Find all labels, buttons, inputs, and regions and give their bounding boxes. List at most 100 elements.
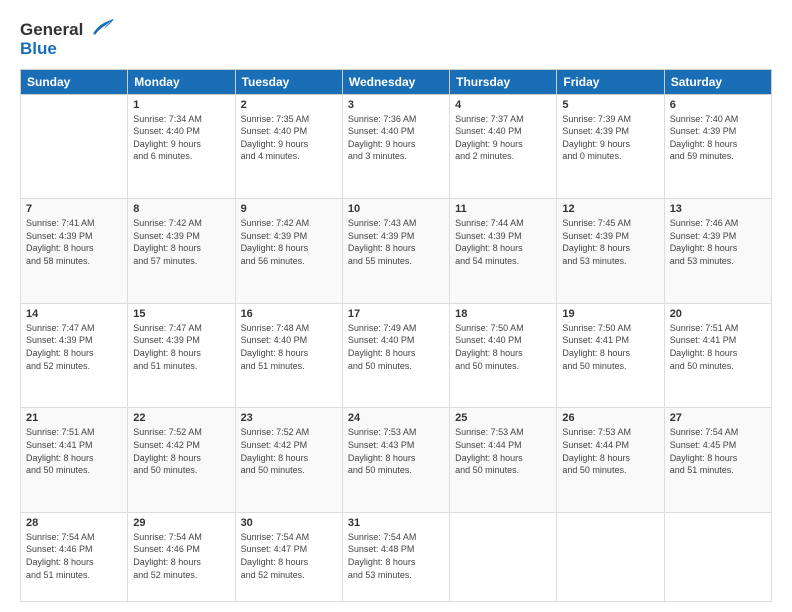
day-info: Sunrise: 7:50 AM Sunset: 4:40 PM Dayligh… <box>455 322 551 372</box>
day-number: 3 <box>348 99 444 111</box>
day-info: Sunrise: 7:40 AM Sunset: 4:39 PM Dayligh… <box>670 113 766 163</box>
day-info: Sunrise: 7:42 AM Sunset: 4:39 PM Dayligh… <box>241 217 337 267</box>
day-cell: 24 Sunrise: 7:53 AM Sunset: 4:43 PM Dayli… <box>342 408 449 513</box>
day-cell: 29 Sunrise: 7:54 AM Sunset: 4:46 PM Dayli… <box>128 512 235 601</box>
day-number: 8 <box>133 203 229 215</box>
day-cell: 1Sunrise: 7:34 AM Sunset: 4:40 PM Daylig… <box>128 94 235 199</box>
weekday-header-tuesday: Tuesday <box>235 69 342 94</box>
week-row-3: 14 Sunrise: 7:47 AM Sunset: 4:39 PM Dayli… <box>21 303 772 408</box>
day-info: Sunrise: 7:54 AM Sunset: 4:46 PM Dayligh… <box>26 531 122 581</box>
weekday-header-friday: Friday <box>557 69 664 94</box>
header: General Blue <box>20 18 772 59</box>
day-info: Sunrise: 7:49 AM Sunset: 4:40 PM Dayligh… <box>348 322 444 372</box>
day-info: Sunrise: 7:48 AM Sunset: 4:40 PM Dayligh… <box>241 322 337 372</box>
day-cell: 8 Sunrise: 7:42 AM Sunset: 4:39 PM Daylig… <box>128 199 235 304</box>
day-cell <box>557 512 664 601</box>
day-cell <box>450 512 557 601</box>
day-number: 2 <box>241 99 337 111</box>
day-number: 23 <box>241 412 337 424</box>
day-cell: 18 Sunrise: 7:50 AM Sunset: 4:40 PM Dayli… <box>450 303 557 408</box>
weekday-header-saturday: Saturday <box>664 69 771 94</box>
weekday-header-row: SundayMondayTuesdayWednesdayThursdayFrid… <box>21 69 772 94</box>
week-row-5: 28Sunrise: 7:54 AM Sunset: 4:46 PM Dayli… <box>21 512 772 601</box>
day-cell: 9 Sunrise: 7:42 AM Sunset: 4:39 PM Daylig… <box>235 199 342 304</box>
day-info: Sunrise: 7:36 AM Sunset: 4:40 PM Dayligh… <box>348 113 444 163</box>
day-info: Sunrise: 7:53 AM Sunset: 4:44 PM Dayligh… <box>562 426 658 476</box>
day-number: 14 <box>26 308 122 320</box>
week-row-4: 21 Sunrise: 7:51 AM Sunset: 4:41 PM Dayli… <box>21 408 772 513</box>
logo-bird-icon <box>87 14 115 42</box>
day-number: 9 <box>241 203 337 215</box>
day-number: 27 <box>670 412 766 424</box>
day-info: Sunrise: 7:54 AM Sunset: 4:47 PM Dayligh… <box>241 531 337 581</box>
logo-blue: Blue <box>20 40 115 59</box>
day-number: 19 <box>562 308 658 320</box>
day-number: 15 <box>133 308 229 320</box>
day-number: 26 <box>562 412 658 424</box>
day-cell: 28Sunrise: 7:54 AM Sunset: 4:46 PM Dayli… <box>21 512 128 601</box>
day-number: 22 <box>133 412 229 424</box>
day-info: Sunrise: 7:54 AM Sunset: 4:46 PM Dayligh… <box>133 531 229 581</box>
day-number: 4 <box>455 99 551 111</box>
day-number: 29 <box>133 517 229 529</box>
day-info: Sunrise: 7:54 AM Sunset: 4:48 PM Dayligh… <box>348 531 444 581</box>
day-cell: 21 Sunrise: 7:51 AM Sunset: 4:41 PM Dayli… <box>21 408 128 513</box>
page: General Blue SundayMondayTuesdayWednesda… <box>0 0 792 612</box>
day-info: Sunrise: 7:50 AM Sunset: 4:41 PM Dayligh… <box>562 322 658 372</box>
day-cell: 11Sunrise: 7:44 AM Sunset: 4:39 PM Dayli… <box>450 199 557 304</box>
day-cell: 20 Sunrise: 7:51 AM Sunset: 4:41 PM Dayli… <box>664 303 771 408</box>
day-number: 20 <box>670 308 766 320</box>
day-cell: 30Sunrise: 7:54 AM Sunset: 4:47 PM Dayli… <box>235 512 342 601</box>
day-cell: 31 Sunrise: 7:54 AM Sunset: 4:48 PM Dayli… <box>342 512 449 601</box>
week-row-2: 7 Sunrise: 7:41 AM Sunset: 4:39 PM Daylig… <box>21 199 772 304</box>
day-number: 21 <box>26 412 122 424</box>
day-info: Sunrise: 7:42 AM Sunset: 4:39 PM Dayligh… <box>133 217 229 267</box>
weekday-header-sunday: Sunday <box>21 69 128 94</box>
weekday-header-monday: Monday <box>128 69 235 94</box>
day-cell: 4 Sunrise: 7:37 AM Sunset: 4:40 PM Daylig… <box>450 94 557 199</box>
logo-general: General <box>20 20 83 40</box>
day-cell: 25 Sunrise: 7:53 AM Sunset: 4:44 PM Dayli… <box>450 408 557 513</box>
day-cell <box>664 512 771 601</box>
day-info: Sunrise: 7:53 AM Sunset: 4:43 PM Dayligh… <box>348 426 444 476</box>
day-cell: 3 Sunrise: 7:36 AM Sunset: 4:40 PM Daylig… <box>342 94 449 199</box>
day-cell: 17 Sunrise: 7:49 AM Sunset: 4:40 PM Dayli… <box>342 303 449 408</box>
day-info: Sunrise: 7:51 AM Sunset: 4:41 PM Dayligh… <box>26 426 122 476</box>
day-number: 31 <box>348 517 444 529</box>
day-info: Sunrise: 7:37 AM Sunset: 4:40 PM Dayligh… <box>455 113 551 163</box>
day-cell: 13Sunrise: 7:46 AM Sunset: 4:39 PM Dayli… <box>664 199 771 304</box>
day-number: 7 <box>26 203 122 215</box>
day-info: Sunrise: 7:43 AM Sunset: 4:39 PM Dayligh… <box>348 217 444 267</box>
day-info: Sunrise: 7:54 AM Sunset: 4:45 PM Dayligh… <box>670 426 766 476</box>
day-number: 25 <box>455 412 551 424</box>
day-info: Sunrise: 7:39 AM Sunset: 4:39 PM Dayligh… <box>562 113 658 163</box>
day-cell: 23 Sunrise: 7:52 AM Sunset: 4:42 PM Dayli… <box>235 408 342 513</box>
day-cell: 26 Sunrise: 7:53 AM Sunset: 4:44 PM Dayli… <box>557 408 664 513</box>
week-row-1: 1Sunrise: 7:34 AM Sunset: 4:40 PM Daylig… <box>21 94 772 199</box>
day-cell: 10Sunrise: 7:43 AM Sunset: 4:39 PM Dayli… <box>342 199 449 304</box>
day-number: 17 <box>348 308 444 320</box>
day-info: Sunrise: 7:53 AM Sunset: 4:44 PM Dayligh… <box>455 426 551 476</box>
day-cell: 6 Sunrise: 7:40 AM Sunset: 4:39 PM Daylig… <box>664 94 771 199</box>
weekday-header-wednesday: Wednesday <box>342 69 449 94</box>
day-info: Sunrise: 7:45 AM Sunset: 4:39 PM Dayligh… <box>562 217 658 267</box>
day-info: Sunrise: 7:35 AM Sunset: 4:40 PM Dayligh… <box>241 113 337 163</box>
day-cell: 27 Sunrise: 7:54 AM Sunset: 4:45 PM Dayli… <box>664 408 771 513</box>
day-cell: 16Sunrise: 7:48 AM Sunset: 4:40 PM Dayli… <box>235 303 342 408</box>
day-info: Sunrise: 7:52 AM Sunset: 4:42 PM Dayligh… <box>241 426 337 476</box>
day-number: 11 <box>455 203 551 215</box>
day-cell: 2 Sunrise: 7:35 AM Sunset: 4:40 PM Daylig… <box>235 94 342 199</box>
day-info: Sunrise: 7:51 AM Sunset: 4:41 PM Dayligh… <box>670 322 766 372</box>
day-info: Sunrise: 7:41 AM Sunset: 4:39 PM Dayligh… <box>26 217 122 267</box>
day-number: 18 <box>455 308 551 320</box>
day-info: Sunrise: 7:46 AM Sunset: 4:39 PM Dayligh… <box>670 217 766 267</box>
day-number: 6 <box>670 99 766 111</box>
day-cell: 15Sunrise: 7:47 AM Sunset: 4:39 PM Dayli… <box>128 303 235 408</box>
day-cell: 14 Sunrise: 7:47 AM Sunset: 4:39 PM Dayli… <box>21 303 128 408</box>
day-number: 12 <box>562 203 658 215</box>
day-info: Sunrise: 7:47 AM Sunset: 4:39 PM Dayligh… <box>26 322 122 372</box>
day-cell: 22Sunrise: 7:52 AM Sunset: 4:42 PM Dayli… <box>128 408 235 513</box>
day-number: 24 <box>348 412 444 424</box>
day-info: Sunrise: 7:34 AM Sunset: 4:40 PM Dayligh… <box>133 113 229 163</box>
logo: General Blue <box>20 18 115 59</box>
